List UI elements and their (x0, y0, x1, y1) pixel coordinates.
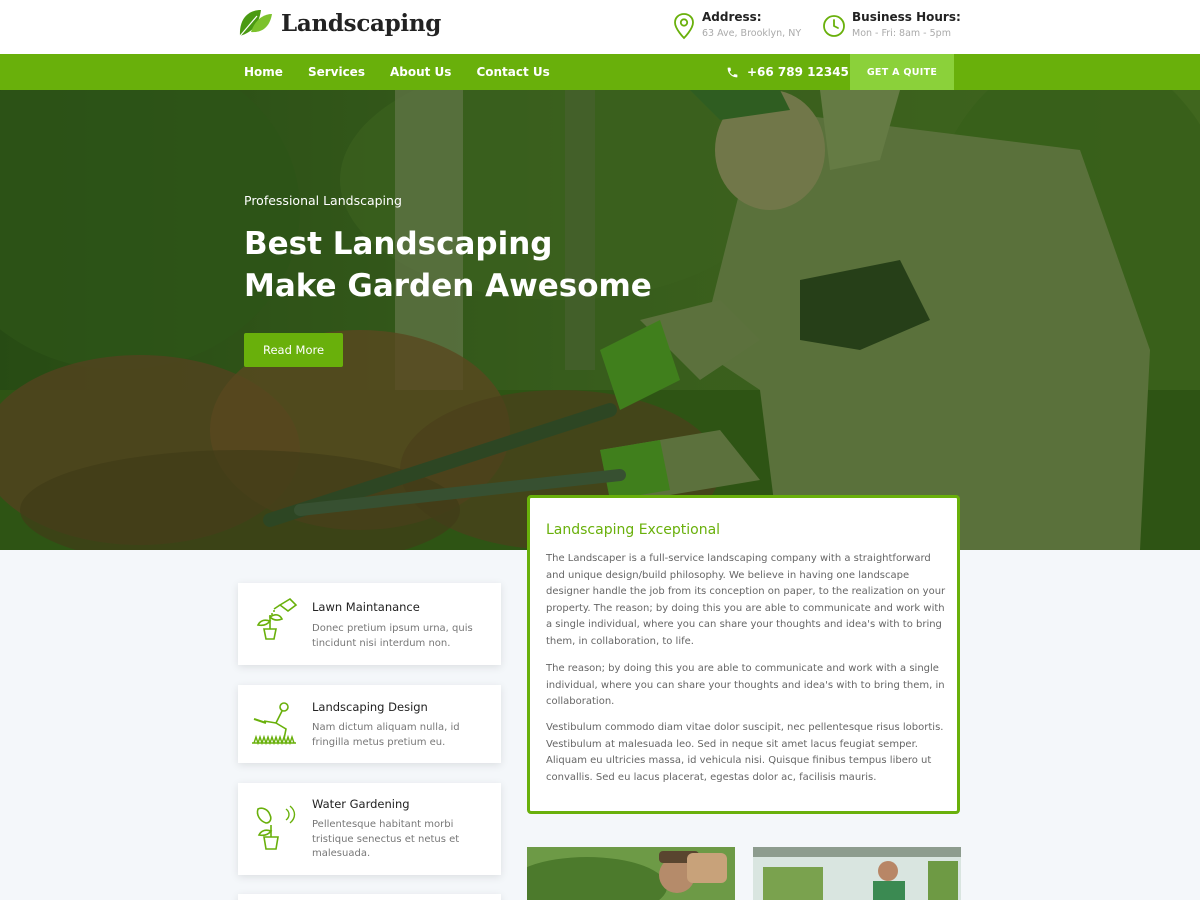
top-header: Landscaping Address: 63 Ave, Brooklyn, N… (0, 0, 1200, 54)
greenhouse-photo (753, 847, 961, 900)
nav-links: Home Services About Us Contact Us (244, 54, 550, 90)
gardener-icon (252, 702, 296, 746)
about-paragraph-3: Vestibulum commodo diam vitae dolor susc… (546, 722, 944, 783)
address-title: Address: (702, 10, 762, 24)
sprinkler-plant-icon (256, 805, 296, 850)
nav-contact-us[interactable]: Contact Us (476, 65, 549, 79)
main-nav: Home Services About Us Contact Us +66 78… (0, 54, 1200, 90)
service-title: Water Gardening (312, 797, 410, 811)
hours-info: Business Hours: Mon - Fri: 8am - 5pm (822, 10, 961, 40)
address-info: Address: 63 Ave, Brooklyn, NY (672, 10, 801, 40)
service-desc: Pellentesque habitant morbi tristique se… (312, 819, 460, 859)
about-paragraph-1: The Landscaper is a full-service landsca… (546, 553, 946, 647)
map-pin-icon (674, 13, 694, 40)
worker-photo (527, 847, 735, 900)
about-paragraph-2: The reason; by doing this you are able t… (546, 663, 945, 707)
hours-title: Business Hours: (852, 10, 961, 24)
service-title: Landscaping Design (312, 700, 428, 714)
gallery-image-1[interactable] (527, 847, 735, 900)
hero-title: Best Landscaping Make Garden Awesome (244, 223, 764, 307)
watering-plant-icon (256, 597, 298, 640)
about-panel: Landscaping Exceptional The Landscaper i… (527, 495, 960, 814)
service-title: Lawn Maintanance (312, 600, 420, 614)
phone-number: +66 789 12345 (747, 65, 849, 79)
service-card-design[interactable]: Landscaping Design Nam dictum aliquam nu… (238, 685, 501, 763)
service-card-water[interactable]: Water Gardening Pellentesque habitant mo… (238, 783, 501, 875)
service-card-lawn[interactable]: Lawn Maintanance Donec pretium ipsum urn… (238, 583, 501, 665)
nav-services[interactable]: Services (308, 65, 365, 79)
hours-value: Mon - Fri: 8am - 5pm (852, 28, 951, 39)
service-desc: Nam dictum aliquam nulla, id fringilla m… (312, 722, 460, 748)
about-title: Landscaping Exceptional (546, 522, 721, 538)
gallery-image-2[interactable] (753, 847, 961, 900)
hero-title-line1: Best Landscaping (244, 226, 553, 262)
read-more-button[interactable]: Read More (244, 333, 343, 367)
clock-icon (823, 15, 845, 37)
get-a-quote-button[interactable]: GET A QUITE (850, 54, 954, 90)
address-value: 63 Ave, Brooklyn, NY (702, 28, 802, 39)
nav-about-us[interactable]: About Us (390, 65, 451, 79)
hero-gardener-image (0, 90, 1200, 550)
logo[interactable]: Landscaping (237, 6, 441, 40)
phone-icon (727, 67, 738, 77)
hero-banner: Professional Landscaping Best Landscapin… (0, 90, 1200, 550)
nav-phone[interactable]: +66 789 12345 (726, 54, 849, 90)
service-card-partial[interactable] (238, 894, 501, 900)
logo-text: Landscaping (281, 9, 442, 37)
leaf-logo-icon (239, 10, 272, 37)
nav-home[interactable]: Home (244, 65, 283, 79)
hero-title-line2: Make Garden Awesome (244, 268, 652, 304)
service-desc: Donec pretium ipsum urna, quis tincidunt… (312, 623, 473, 649)
hero-eyebrow: Professional Landscaping (244, 193, 402, 208)
